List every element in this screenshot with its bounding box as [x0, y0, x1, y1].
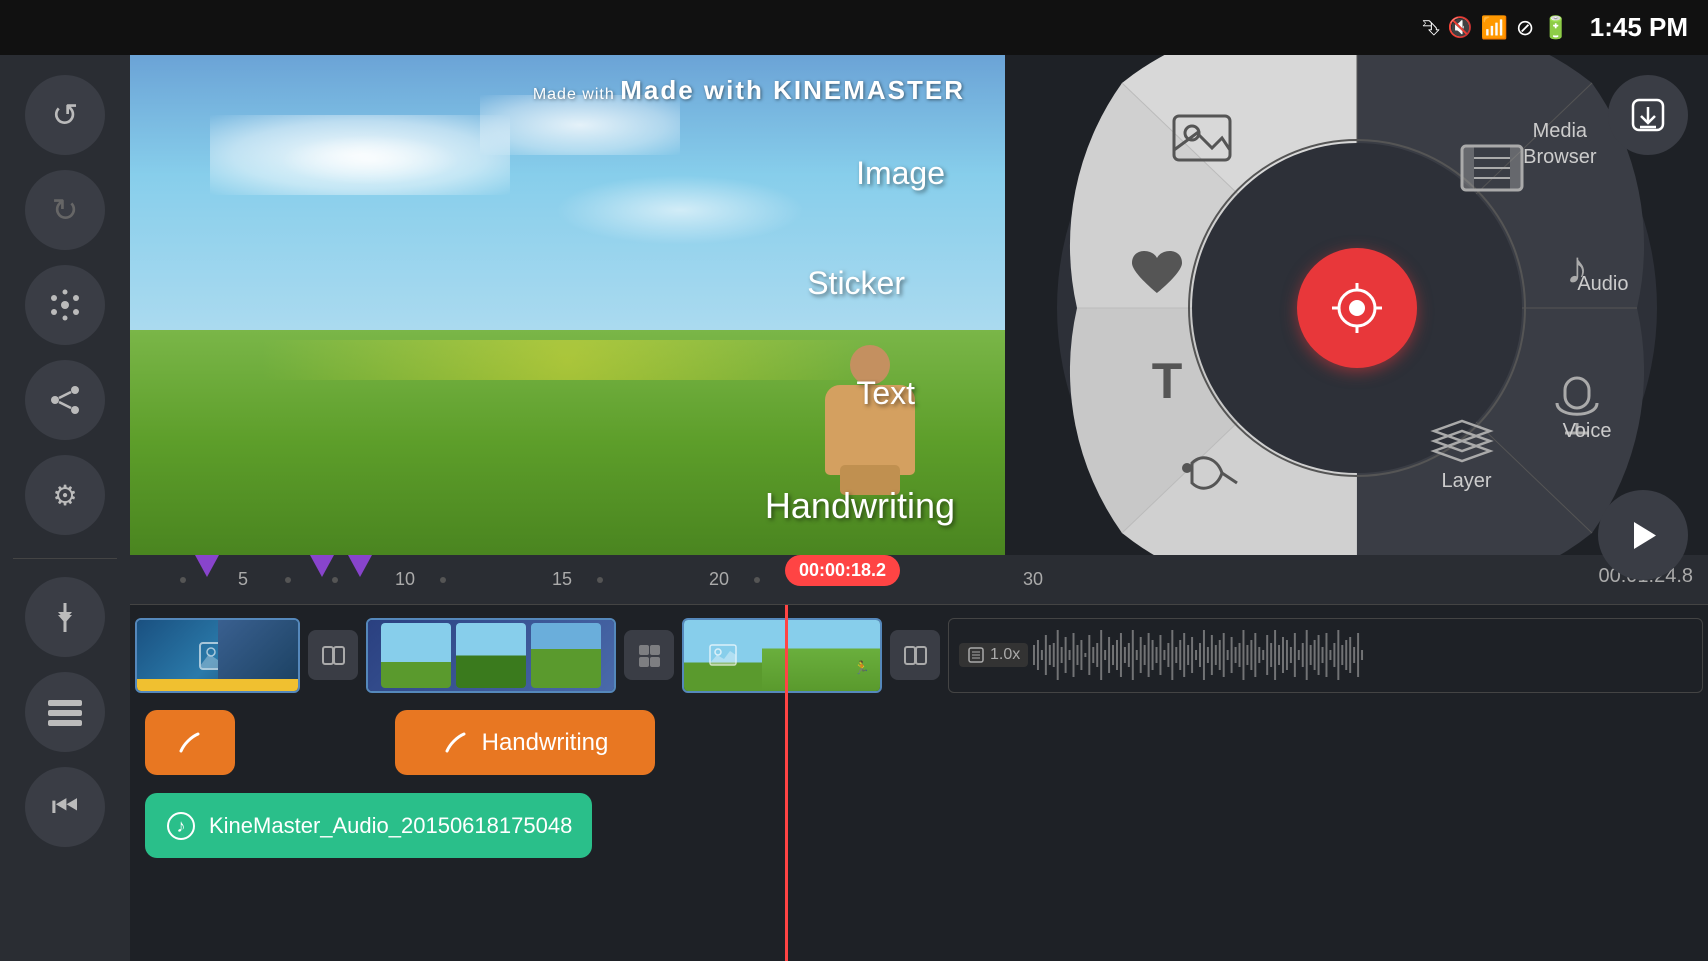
right-panel: T ♪ — [1005, 55, 1708, 561]
transition-1[interactable] — [308, 630, 358, 680]
marker-2 — [310, 555, 334, 577]
preview-area: Made with Made with KINEMASTER Image Sti… — [130, 55, 1005, 555]
sticker-label: Sticker — [807, 265, 905, 302]
radial-wheel: T ♪ — [1067, 18, 1647, 598]
handwriting-label: Handwriting — [765, 485, 955, 527]
video-clip-1[interactable] — [135, 618, 300, 693]
layer-menu-label: Layer — [1441, 470, 1491, 493]
timeline-area: 5 10 15 20 25 30 00:00:18.2 00:01:24.8 — [130, 555, 1708, 961]
video-waveform-clip[interactable]: 1.0x — [948, 618, 1703, 693]
video-clip-2[interactable] — [366, 618, 616, 693]
handwriting-clip-2[interactable]: Handwriting — [395, 710, 655, 775]
ruler-dot — [180, 577, 186, 583]
share-button[interactable] — [25, 360, 105, 440]
settings-button[interactable]: ⚙ — [25, 455, 105, 535]
playhead-marker: 00:00:18.2 — [785, 555, 900, 586]
text-label: Text — [856, 375, 915, 412]
video-track: 🏃 1.0x — [130, 605, 1708, 705]
volume-mute-icon: 🔇 — [1448, 15, 1473, 40]
ruler-dot — [440, 577, 446, 583]
play-button[interactable] — [1598, 490, 1688, 580]
ruler-mark-5: 5 — [238, 569, 248, 590]
ruler-dot — [332, 577, 338, 583]
ruler-mark-20: 20 — [709, 569, 729, 590]
ruler-dot — [285, 577, 291, 583]
status-icons: ⮷ 🔇 📶 ⊘ 🔋 1:45 PM — [1422, 12, 1688, 43]
transition-2[interactable] — [624, 630, 674, 680]
voice-menu-label: Voice — [1563, 420, 1612, 443]
export-button[interactable] — [1608, 75, 1688, 155]
audio-clip[interactable]: ♪ KineMaster_Audio_20150618175048 — [145, 793, 592, 858]
media-browser-label: MediaBrowser — [1523, 118, 1596, 170]
ruler-dot — [597, 577, 603, 583]
audio-menu-label: Audio — [1577, 273, 1628, 296]
video-clip-3[interactable]: 🏃 — [682, 618, 882, 693]
layers-button[interactable] — [25, 672, 105, 752]
ruler-mark-30: 30 — [1023, 569, 1043, 590]
bluetooth-icon: ⮷ — [1422, 15, 1440, 41]
handwriting-clip-1[interactable] — [145, 710, 235, 775]
playhead-line — [785, 605, 788, 961]
svg-text:T: T — [1151, 353, 1182, 409]
trim-button[interactable] — [25, 577, 105, 657]
effects-button[interactable] — [25, 265, 105, 345]
svg-text:♪: ♪ — [177, 816, 186, 836]
left-toolbar: ↺ ↻ ⚙ — [0, 55, 130, 961]
image-label: Image — [856, 155, 945, 192]
handwriting-track: Handwriting — [130, 705, 1708, 780]
timeline-ruler: 5 10 15 20 25 30 00:00:18.2 00:01:24.8 — [130, 555, 1708, 605]
transition-3[interactable] — [890, 630, 940, 680]
marker-3 — [348, 555, 372, 577]
ruler-mark-15: 15 — [552, 569, 572, 590]
ruler-mark-10: 10 — [395, 569, 415, 590]
status-bar: ⮷ 🔇 📶 ⊘ 🔋 1:45 PM — [0, 0, 1708, 55]
wifi-icon: 📶 — [1480, 15, 1507, 41]
undo-button[interactable]: ↺ — [25, 75, 105, 155]
audio-track: ♪ KineMaster_Audio_20150618175048 — [130, 788, 1708, 863]
rewind-button[interactable]: ⏮ — [25, 767, 105, 847]
redo-button[interactable]: ↻ — [25, 170, 105, 250]
audio-clip-label: KineMaster_Audio_20150618175048 — [209, 813, 572, 839]
record-button[interactable] — [1297, 248, 1417, 368]
ruler-dot — [754, 577, 760, 583]
status-time: 1:45 PM — [1590, 12, 1688, 43]
marker-1 — [195, 555, 219, 577]
battery-icon: 🔋 — [1542, 15, 1569, 41]
dnd-icon: ⊘ — [1516, 15, 1534, 41]
watermark: Made with Made with KINEMASTER — [533, 75, 965, 106]
handwriting-clip-label: Handwriting — [482, 729, 609, 757]
